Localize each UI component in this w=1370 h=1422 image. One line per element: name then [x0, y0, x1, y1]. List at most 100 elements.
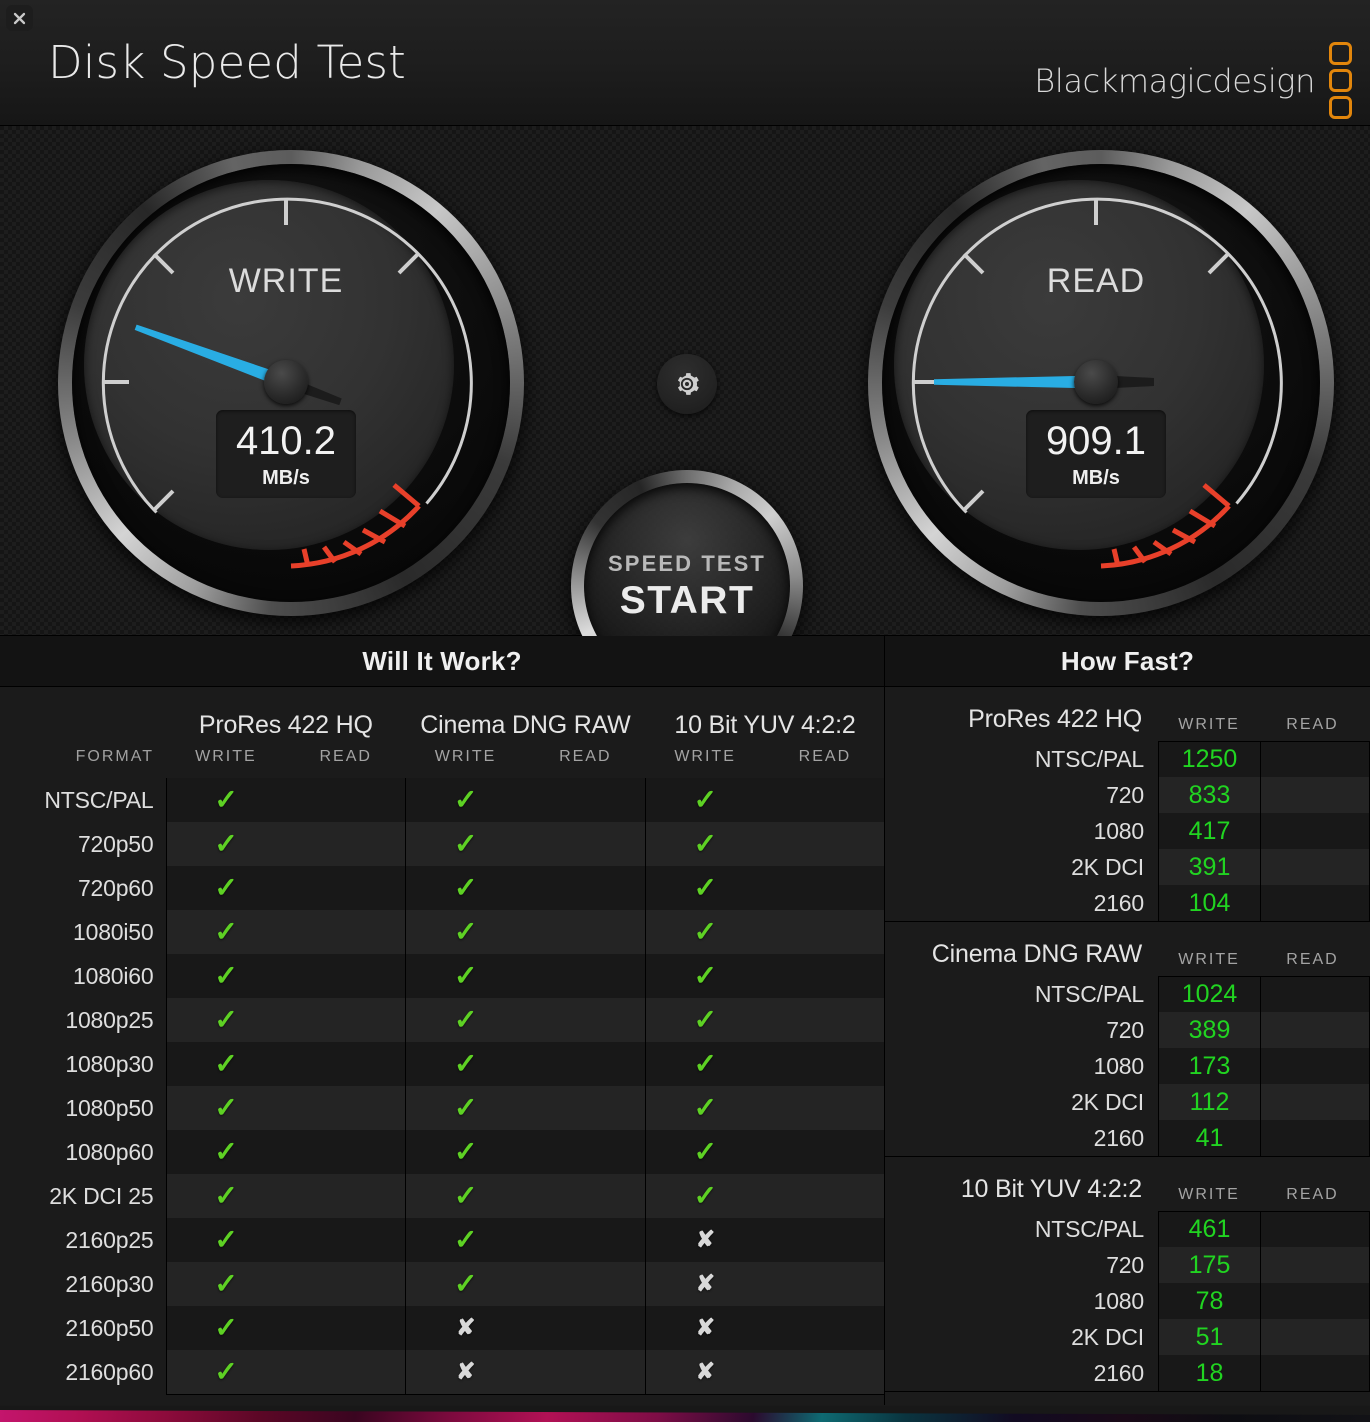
support-cell: ✓	[165, 1262, 286, 1306]
support-cell	[525, 822, 646, 866]
support-cell: ✓	[165, 1086, 286, 1130]
check-icon: ✓	[214, 1224, 238, 1255]
how-fast-write-header: WRITE	[1178, 716, 1240, 733]
start-button-line2: START	[619, 578, 755, 622]
support-cell: ✘	[644, 1218, 765, 1262]
support-cell	[525, 778, 646, 822]
support-cell: ✓	[165, 822, 286, 866]
app-window: Disk Speed Test Blackmagicdesign WRITE 4…	[0, 0, 1370, 1406]
write-readout: 410.2 MB/s	[216, 410, 356, 498]
check-icon: ✓	[693, 1180, 718, 1211]
list-item: 720 833	[885, 777, 1370, 813]
write-gauge-needle	[134, 324, 342, 406]
how-fast-rows: NTSC/PAL 1024 720 389 1080 173 2K DCI 112 2160 41	[885, 976, 1370, 1157]
support-cell	[525, 1174, 646, 1218]
will-it-work-panel: Will It Work? ProRes 422 HQ Cinema DNG R…	[0, 636, 886, 1405]
codec-header-2: 10 Bit YUV 4:2:2	[674, 711, 856, 739]
check-icon: ✓	[454, 916, 478, 947]
list-item: NTSC/PAL 461	[885, 1211, 1370, 1247]
support-cell: ✓	[405, 866, 526, 910]
how-fast-rows: NTSC/PAL 1250 720 833 1080 417 2K DCI 391 2160 10…	[885, 741, 1370, 922]
list-item: NTSC/PAL 1024	[885, 976, 1370, 1012]
write-gauge: WRITE 410.2 MB/s	[36, 132, 536, 632]
brand-logo-group: Blackmagicdesign	[1034, 42, 1352, 119]
codec-header-1: Cinema DNG RAW	[420, 711, 631, 739]
write-speed-value: 1250	[1158, 741, 1260, 777]
support-cell	[285, 1130, 406, 1174]
support-cell: ✘	[644, 1262, 765, 1306]
resolution-label: 720	[1106, 1016, 1144, 1043]
read-speed-value	[1260, 1012, 1370, 1048]
support-cell: ✓	[644, 1174, 765, 1218]
table-row: 720p50 ✓ ✓ ✓	[0, 822, 886, 866]
support-cell: ✓	[165, 1218, 286, 1262]
support-cell	[765, 822, 886, 866]
check-icon: ✓	[214, 872, 238, 903]
cross-icon: ✘	[695, 1270, 715, 1296]
list-item: 2K DCI 391	[885, 849, 1370, 885]
gear-icon	[677, 373, 699, 395]
check-icon: ✓	[214, 1355, 238, 1387]
support-cell	[285, 1218, 406, 1262]
write-speed-value: 389	[1158, 1012, 1260, 1048]
check-icon: ✓	[454, 872, 478, 903]
read-gauge-label: READ	[1046, 262, 1146, 300]
sub-write-1: WRITE	[434, 748, 497, 765]
cross-icon: ✘	[695, 1357, 715, 1384]
support-cell: ✓	[405, 1174, 526, 1218]
how-fast-group: 10 Bit YUV 4:2:2 WRITE READ NTSC/PAL 461 720 1…	[885, 1157, 1370, 1392]
how-fast-group-header: Cinema DNG RAW WRITE READ	[885, 922, 1370, 976]
support-cell: ✓	[644, 822, 765, 866]
how-fast-title: How Fast?	[1060, 645, 1195, 676]
support-cell	[525, 954, 646, 998]
check-icon: ✓	[693, 828, 718, 859]
support-cell	[525, 1130, 646, 1174]
resolution-label: 1080	[1093, 1287, 1145, 1314]
table-row: 1080i50 ✓ ✓ ✓	[0, 910, 886, 954]
check-icon: ✓	[214, 1092, 238, 1123]
format-label: 2160p50	[65, 1314, 154, 1341]
support-cell	[765, 1350, 886, 1395]
table-row: 1080p50 ✓ ✓ ✓	[0, 1086, 886, 1130]
format-label: 720p50	[77, 830, 154, 857]
list-item: 2K DCI 51	[885, 1319, 1370, 1355]
support-cell: ✓	[405, 1218, 526, 1262]
format-label: 1080i60	[73, 962, 154, 989]
read-speed-value	[1260, 777, 1370, 813]
check-icon: ✓	[214, 1180, 238, 1211]
write-speed-value: 18	[1158, 1355, 1260, 1391]
check-icon: ✓	[454, 1224, 478, 1255]
support-cell: ✓	[644, 998, 765, 1042]
support-cell: ✓	[644, 1042, 765, 1086]
close-button[interactable]	[6, 5, 33, 31]
read-speed-value	[1260, 813, 1370, 849]
read-speed-value	[1260, 1211, 1370, 1247]
support-cell	[285, 822, 406, 866]
check-icon: ✓	[214, 828, 238, 859]
support-cell: ✓	[165, 1306, 286, 1350]
support-cell	[525, 866, 646, 910]
brand-name: Blackmagicdesign	[1034, 61, 1315, 100]
format-label: 2K DCI 25	[49, 1182, 154, 1209]
support-cell: ✘	[644, 1306, 765, 1350]
cross-icon: ✘	[695, 1226, 715, 1252]
support-cell: ✓	[405, 1042, 526, 1086]
title-bar: Disk Speed Test Blackmagicdesign	[0, 0, 1370, 126]
support-cell: ✓	[644, 1086, 765, 1130]
support-cell	[765, 998, 886, 1042]
support-cell: ✓	[165, 866, 286, 910]
check-icon: ✓	[693, 1136, 718, 1167]
support-cell	[285, 1086, 406, 1130]
write-speed-value: 1024	[1158, 976, 1260, 1012]
desktop-wallpaper-strip	[0, 1406, 1370, 1422]
support-cell: ✘	[405, 1306, 526, 1350]
will-it-work-tbody: NTSC/PAL ✓ ✓ ✓ 720p50 ✓ ✓ ✓ 720p60 ✓ ✓ ✓ 1080i50 ✓ ✓ ✓ 1…	[0, 778, 886, 1395]
resolution-label: 720	[1106, 1251, 1144, 1278]
check-icon: ✓	[214, 960, 238, 991]
settings-button[interactable]	[657, 354, 717, 414]
read-speed-value	[1260, 1120, 1370, 1156]
support-cell: ✓	[405, 954, 526, 998]
check-icon: ✓	[454, 1004, 478, 1035]
blackmagic-squares-icon	[1329, 42, 1352, 119]
sub-write-2: WRITE	[674, 748, 736, 765]
